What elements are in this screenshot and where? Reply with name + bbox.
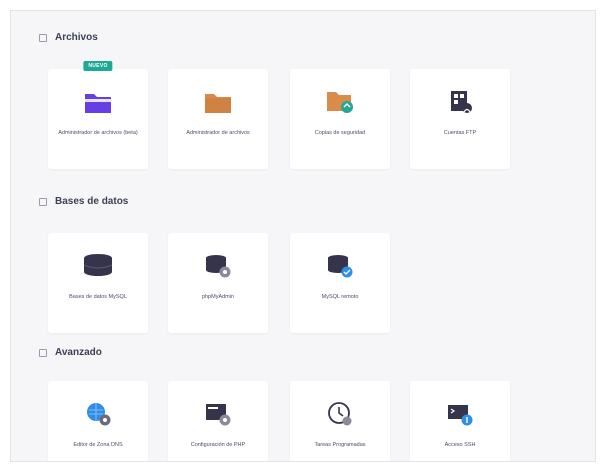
section-title-archivos: Archivos (39, 32, 98, 43)
database-icon (81, 251, 115, 281)
card-file-manager[interactable]: Administrador de archivos (168, 69, 268, 169)
backup-folder-icon (323, 87, 357, 117)
ftp-account-icon (443, 87, 477, 117)
ssh-terminal-icon (443, 399, 477, 429)
new-badge: NUEVO (83, 61, 113, 71)
card-label: Acceso SSH (444, 442, 476, 448)
card-label: MySQL remoto (321, 294, 359, 300)
card-file-manager-beta[interactable]: NUEVO Administrador de archivos (beta) (48, 61, 148, 169)
folder-icon (201, 87, 235, 117)
php-config-icon (201, 399, 235, 429)
section-title-bases-de-datos: Bases de datos (39, 196, 128, 207)
card-label: Copias de seguridad (314, 130, 366, 136)
card-scheduled-tasks[interactable]: Tareas Programadas (290, 381, 390, 461)
card-label: Administrador de archivos (beta) (58, 130, 138, 136)
card-ssh-access[interactable]: Acceso SSH (410, 381, 510, 461)
card-label: Configuración de PHP (190, 442, 246, 448)
card-label: Administrador de archivos (186, 130, 250, 136)
card-backups[interactable]: Copias de seguridad (290, 69, 390, 169)
database-remote-icon (323, 251, 357, 281)
hosting-tools-panel: Archivos NUEVO Administrador de archivos… (10, 10, 596, 462)
section-title-avanzado: Avanzado (39, 347, 102, 358)
card-phpmyadmin[interactable]: phpMyAdmin (168, 233, 268, 333)
section-icon (39, 348, 47, 357)
card-label: phpMyAdmin (201, 294, 235, 300)
section-icon (39, 197, 47, 206)
purple-folder-icon (81, 87, 115, 117)
card-label: Editor de Zona DNS (73, 442, 123, 448)
card-ftp-accounts[interactable]: Cuentas FTP (410, 69, 510, 169)
card-mysql-remote[interactable]: MySQL remoto (290, 233, 390, 333)
card-dns-zone-editor[interactable]: Editor de Zona DNS (48, 381, 148, 461)
card-mysql-databases[interactable]: Bases de datos MySQL (48, 233, 148, 333)
dns-gear-icon (81, 399, 115, 429)
card-label: Bases de datos MySQL (69, 294, 127, 300)
card-php-configuration[interactable]: Configuración de PHP (168, 381, 268, 461)
card-label: Tareas Programadas (314, 442, 366, 448)
card-label: Cuentas FTP (443, 130, 477, 136)
section-icon (39, 33, 47, 42)
clock-icon (323, 399, 357, 429)
database-gear-icon (201, 251, 235, 281)
